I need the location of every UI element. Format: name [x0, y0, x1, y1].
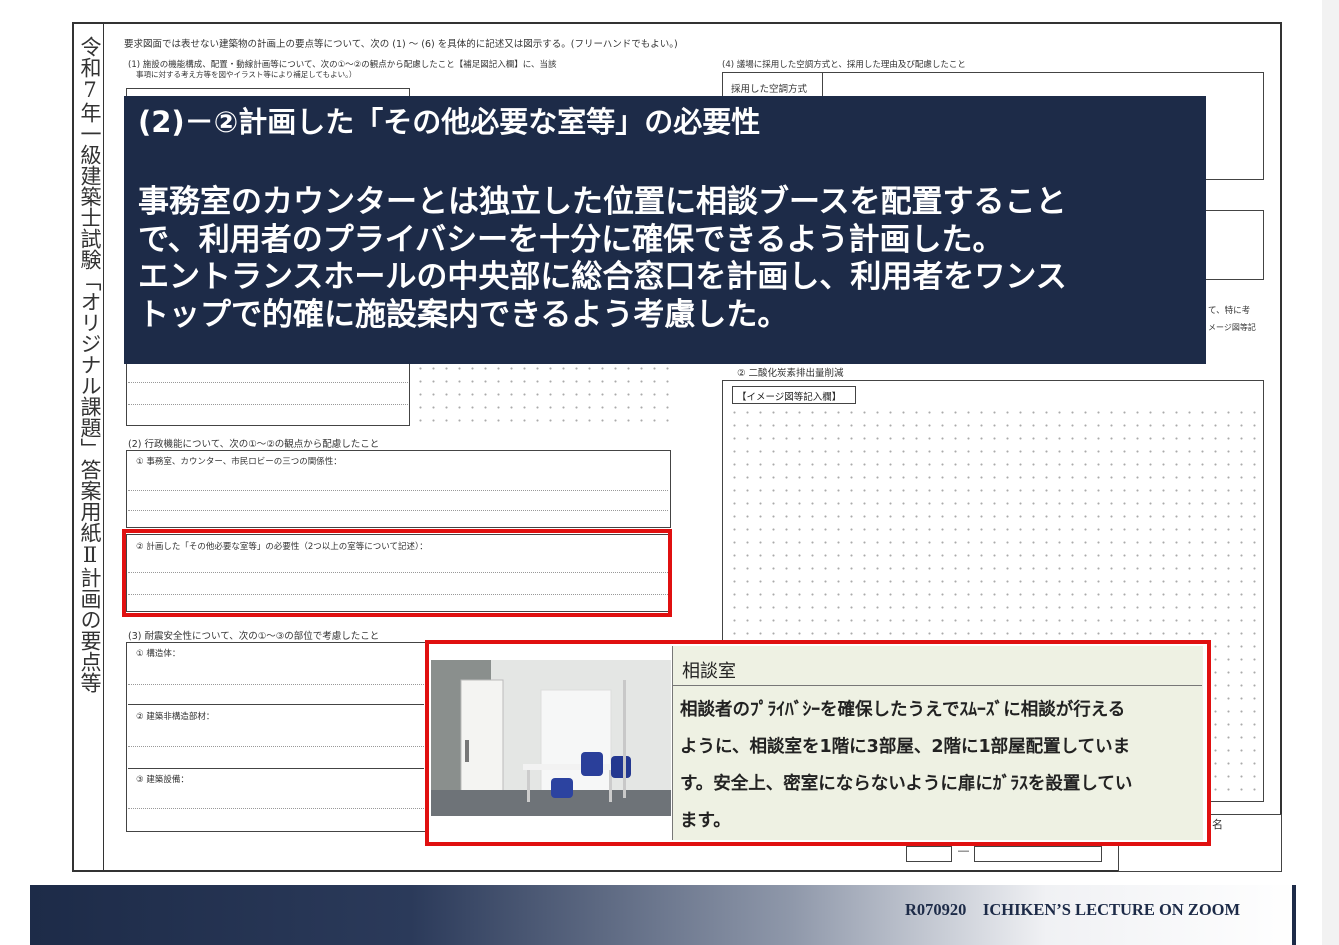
question-3: (3) 耐震安全性について、次の①～③の部位で考慮したこと — [128, 631, 380, 642]
overlay-title: (2)－②計画した「その他必要な室等」の必要性 — [138, 105, 761, 139]
q5-co2-label: ② 二酸化炭素排出量削減 — [737, 368, 844, 379]
q2-2-highlight — [122, 529, 672, 617]
question-3-3: ③ 建築設備： — [136, 775, 189, 785]
q3-divider — [128, 704, 424, 705]
q1-dot-grid — [414, 362, 670, 424]
q2-1-rule — [128, 510, 668, 511]
q2-1-rule — [128, 490, 668, 491]
q3-divider — [128, 768, 424, 769]
overlay-line: エントランスホールの中央部に総合窓口を計画し、利用者をワンス — [138, 259, 1067, 295]
overlay-body: 事務室のカウンターとは独立した位置に相談ブースを配置すること で、利用者のプライ… — [138, 184, 1192, 334]
q1-rule — [128, 382, 408, 383]
question-3-1: ① 構造体： — [136, 649, 181, 659]
number-cells-left — [906, 846, 952, 862]
question-4: (4) 議場に採用した空調方式と、採用した理由及び配慮したこと — [722, 60, 966, 70]
question-2-1: ① 事務室、カウンター、市民ロビーの三つの関係性： — [136, 457, 342, 467]
footer-edge — [1292, 885, 1296, 945]
number-cells-right — [974, 846, 1102, 862]
q1-rule — [128, 404, 408, 405]
q3-rule — [128, 746, 424, 747]
question-3-2: ② 建築非構造部材： — [136, 712, 215, 722]
footer-text: R070920 ICHIKEN’S LECTURE ON ZOOM — [905, 900, 1241, 919]
question-2: (2) 行政機能について、次の①～②の観点から配慮したこと — [128, 439, 380, 450]
q4-label: 採用した空調方式 — [731, 84, 808, 95]
q4-divider — [822, 72, 823, 98]
q5-image-label: 【イメージ図等記入欄】 — [732, 386, 856, 404]
q3-rule — [128, 684, 424, 685]
q3-rule — [128, 808, 424, 809]
explanation-overlay: (2)－②計画した「その他必要な室等」の必要性 事務室のカウンターとは独立した位… — [124, 96, 1206, 364]
question-1-note: 事項に対する考え方等を図やイラスト等により補足してもよい。） — [136, 70, 357, 79]
q5-cut-text-2: メージ図等記 — [1208, 323, 1256, 332]
overlay-line: で、利用者のプライバシーを十分に確保できるよう計画した。 — [138, 221, 1004, 258]
overlay-line: 事務室のカウンターとは独立した位置に相談ブースを配置すること — [138, 184, 1067, 220]
card-highlight — [425, 640, 1211, 846]
overlay-line: トップで的確に施設案内できるよう考慮した。 — [138, 296, 789, 333]
right-margin — [1322, 0, 1339, 945]
name-label: 名 — [1212, 818, 1223, 831]
sheet-header: 要求図面では表せない建築物の計画上の要点等について、次の (1) ～ (6) を… — [124, 39, 678, 50]
sheet-vertical-title: 令和7年一級建築士試験「オリジナル課題」答案用紙Ⅱ計画の要点等 — [78, 36, 102, 693]
q5-cut-text-1: て、特に考 — [1208, 306, 1251, 316]
